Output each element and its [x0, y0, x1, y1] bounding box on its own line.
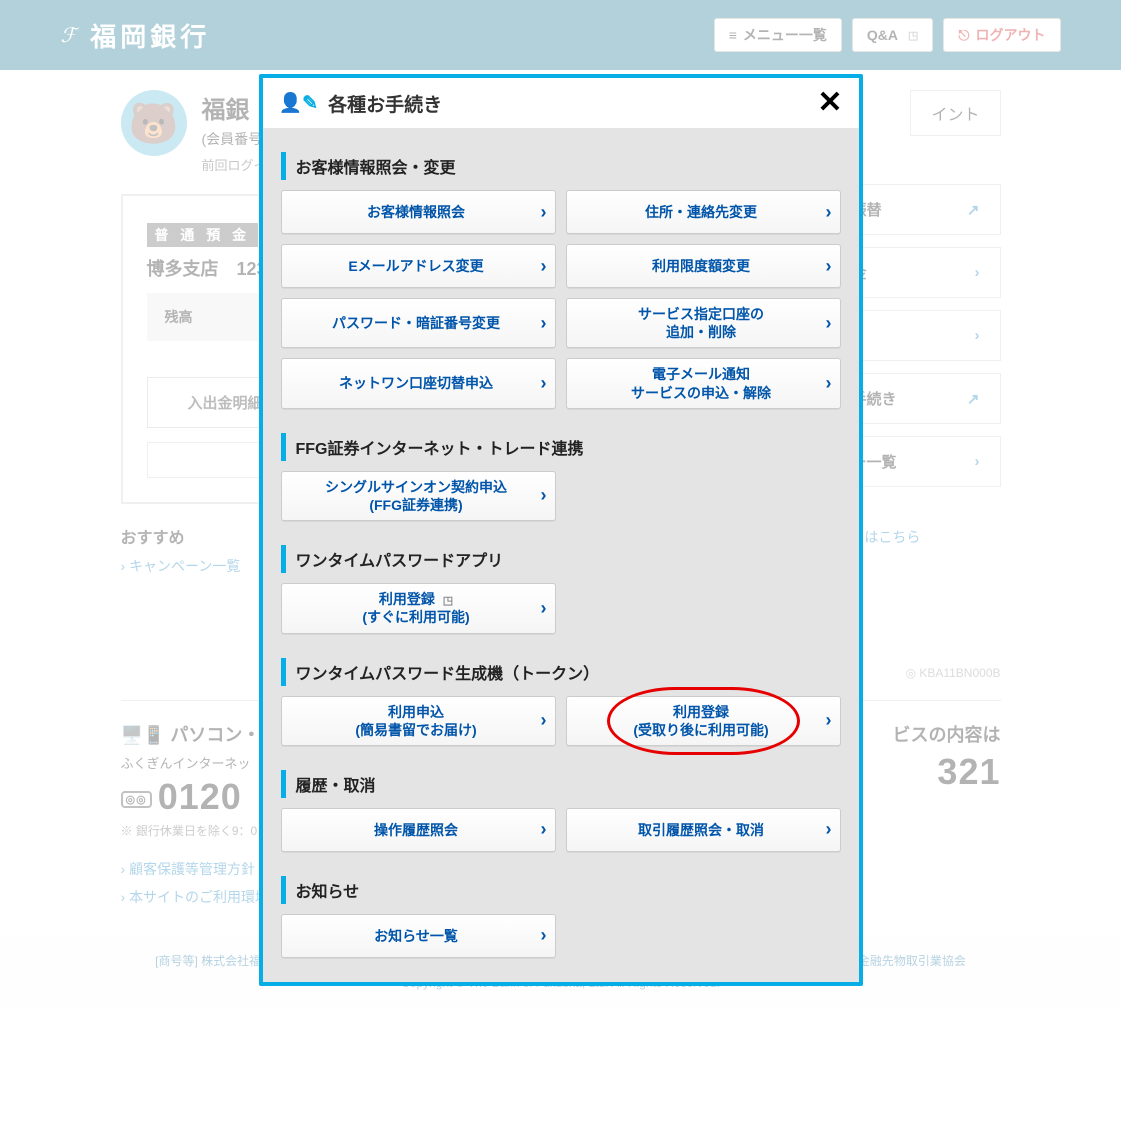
chevron-right-icon: › [541, 819, 547, 840]
modal-section-title: ワンタイムパスワード生成機（トークン） [281, 658, 841, 686]
chevron-right-icon: › [541, 925, 547, 946]
chevron-right-icon: › [826, 202, 832, 223]
chevron-right-icon: › [541, 710, 547, 731]
popup-icon: ◳ [443, 595, 453, 607]
chevron-right-icon: › [826, 313, 832, 334]
modal-action-button[interactable]: 操作履歴照会› [281, 808, 556, 852]
chevron-right-icon: › [826, 819, 832, 840]
modal-action-button[interactable]: 住所・連絡先変更› [566, 190, 841, 234]
modal-action-button[interactable]: お客様情報照会› [281, 190, 556, 234]
modal-action-button[interactable]: 利用登録 ◳(すぐに利用可能)› [281, 583, 556, 633]
modal-action-button[interactable]: シングルサインオン契約申込(FFG証券連携)› [281, 471, 556, 521]
modal-action-button[interactable]: お知らせ一覧› [281, 914, 556, 958]
close-icon[interactable]: ✕ [817, 88, 842, 118]
modal-section-title: ワンタイムパスワードアプリ [281, 545, 841, 573]
modal-action-button[interactable]: 取引履歴照会・取消› [566, 808, 841, 852]
modal-action-button[interactable]: Eメールアドレス変更› [281, 244, 556, 288]
modal-action-button[interactable]: 電子メール通知サービスの申込・解除› [566, 358, 841, 408]
chevron-right-icon: › [826, 256, 832, 277]
modal-action-button[interactable]: パスワード・暗証番号変更› [281, 298, 556, 348]
modal-action-button[interactable]: 利用登録(受取り後に利用可能)› [566, 696, 841, 746]
chevron-right-icon: › [541, 313, 547, 334]
modal-action-button[interactable]: 利用申込(簡易書留でお届け)› [281, 696, 556, 746]
procedures-modal: 👤✎ 各種お手続き ✕ お客様情報照会・変更お客様情報照会›住所・連絡先変更›E… [259, 74, 863, 986]
chevron-right-icon: › [541, 598, 547, 619]
chevron-right-icon: › [541, 485, 547, 506]
chevron-right-icon: › [826, 710, 832, 731]
modal-action-button[interactable]: ネットワン口座切替申込› [281, 358, 556, 408]
person-icon: 👤✎ [279, 91, 319, 115]
modal-action-button[interactable]: 利用限度額変更› [566, 244, 841, 288]
chevron-right-icon: › [541, 373, 547, 394]
chevron-right-icon: › [541, 256, 547, 277]
modal-title-text: 各種お手続き [328, 90, 442, 117]
modal-section-title: FFG証券インターネット・トレード連携 [281, 433, 841, 461]
modal-action-button[interactable]: サービス指定口座の追加・削除› [566, 298, 841, 348]
modal-section-title: お知らせ [281, 876, 841, 904]
chevron-right-icon: › [541, 202, 547, 223]
modal-section-title: お客様情報照会・変更 [281, 152, 841, 180]
modal-section-title: 履歴・取消 [281, 770, 841, 798]
chevron-right-icon: › [826, 373, 832, 394]
